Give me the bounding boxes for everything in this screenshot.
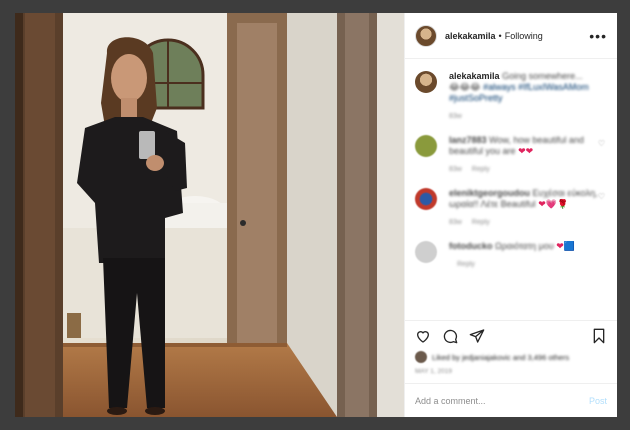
comment-time: 83w (449, 219, 462, 226)
post-date: MAY 1, 2019 (415, 368, 452, 375)
comment-item: lanz7883 Wow, how beautiful and beautifu… (415, 135, 607, 173)
comment-body: lanz7883 Wow, how beautiful and beautifu… (449, 135, 599, 173)
comment-meta: 83w Reply (449, 219, 599, 226)
bookmark-icon[interactable] (591, 328, 607, 344)
post-actions (405, 320, 617, 350)
reply-button[interactable]: Reply (472, 166, 490, 173)
comment-message: Ωραιότατη μου (495, 241, 554, 251)
comment-text: lanz7883 Wow, how beautiful and beautifu… (449, 135, 599, 157)
reply-button[interactable]: Reply (457, 261, 475, 268)
post-sidebar: alekakamila • Following ••• alekakamila … (404, 13, 617, 417)
reply-button[interactable]: Reply (472, 219, 490, 226)
comment-item: fotoducko Ωραιότατη μου ❤🟦 Reply (415, 241, 607, 268)
post-comment-button[interactable]: Post (589, 396, 607, 406)
like-comment-icon[interactable]: ♡ (598, 192, 605, 201)
add-comment-bar: Post (405, 383, 617, 417)
comment-icon[interactable] (442, 328, 458, 344)
comment-hearts: ❤🟦 (556, 241, 576, 251)
author-avatar[interactable] (415, 24, 437, 47)
comment-username[interactable]: fotoducko (449, 241, 493, 251)
caption-emojis: 😂😂😂 (449, 82, 481, 92)
caption-username[interactable]: alekakamila (449, 71, 500, 81)
more-options-icon[interactable]: ••• (589, 29, 607, 43)
comment-avatar[interactable] (415, 188, 437, 210)
post-header: alekakamila • Following ••• (405, 13, 617, 59)
comment-time: 83w (449, 166, 462, 173)
comment-text: fotoducko Ωραιότατη μου ❤🟦 (449, 241, 599, 252)
caption-avatar[interactable] (415, 71, 437, 93)
header-separator: • (498, 30, 502, 41)
comment-meta: Reply (449, 261, 599, 268)
comment-text: eleniktgeorgoudou Ευχέσαι εύκολη, ωραία!… (449, 188, 599, 210)
caption-message: Going somewhere... (502, 71, 583, 81)
share-icon[interactable] (469, 328, 485, 344)
caption-time: 83w (449, 113, 462, 120)
comment-item: eleniktgeorgoudou Ευχέσαι εύκολη, ωραία!… (415, 188, 607, 226)
mirror-selfie-image (15, 13, 404, 417)
comment-hearts: ❤❤ (518, 146, 534, 156)
comment-body: eleniktgeorgoudou Ευχέσαι εύκολη, ωραία!… (449, 188, 599, 226)
caption: alekakamila Going somewhere... 😂😂😂 #alwa… (415, 71, 607, 120)
comment-body: fotoducko Ωραιότατη μου ❤🟦 Reply (449, 241, 599, 268)
comment-hearts: ❤💗🌹 (538, 199, 569, 209)
like-comment-icon[interactable]: ♡ (598, 139, 605, 148)
heart-icon[interactable] (415, 328, 431, 344)
post-photo[interactable] (15, 13, 404, 417)
comment-meta: 83w Reply (449, 166, 599, 173)
author-username[interactable]: alekakamila (445, 31, 496, 41)
post-modal: alekakamila • Following ••• alekakamila … (15, 13, 617, 417)
comment-avatar[interactable] (415, 135, 437, 157)
comment-input[interactable] (415, 395, 589, 406)
comment-avatar[interactable] (415, 241, 437, 263)
liker-avatar[interactable] (415, 351, 427, 363)
caption-meta: 83w (449, 113, 599, 120)
likes-text[interactable]: Liked by jedjaniajakovic and 3,496 other… (432, 353, 569, 362)
following-button[interactable]: Following (505, 31, 543, 41)
comments-list[interactable]: alekakamila Going somewhere... 😂😂😂 #alwa… (405, 59, 617, 320)
likes-row: Liked by jedjaniajakovic and 3,496 other… (405, 350, 617, 364)
caption-body: alekakamila Going somewhere... 😂😂😂 #alwa… (449, 71, 599, 120)
comment-username[interactable]: eleniktgeorgoudou (449, 188, 530, 198)
comment-username[interactable]: lanz7883 (449, 135, 487, 145)
caption-text: alekakamila Going somewhere... 😂😂😂 #alwa… (449, 71, 599, 104)
